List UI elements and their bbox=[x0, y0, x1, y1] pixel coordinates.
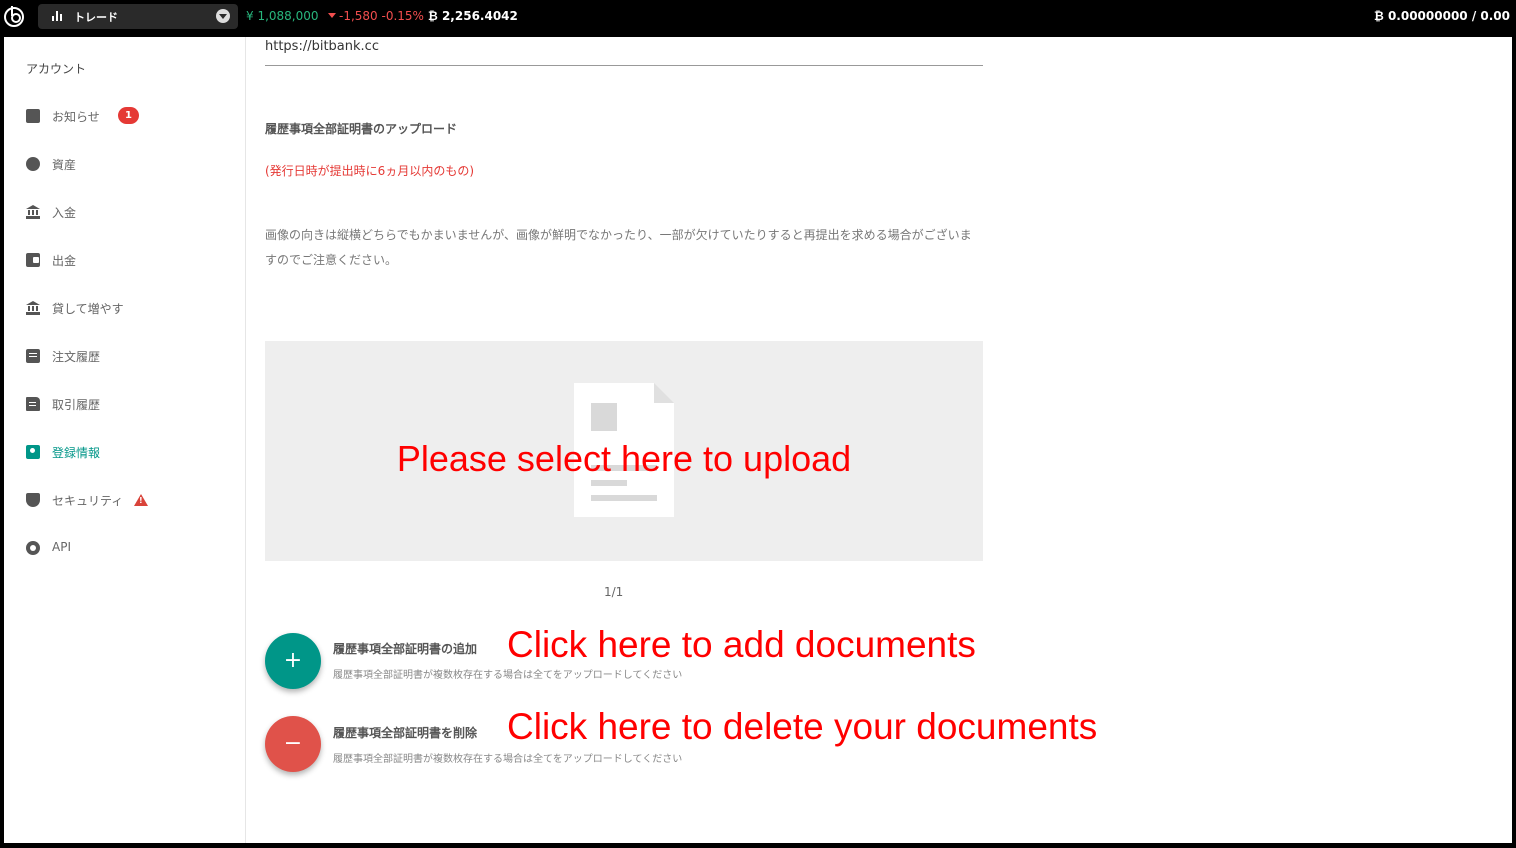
sidebar-item-label: 貸して増やす bbox=[52, 302, 124, 316]
delete-document-button[interactable]: − bbox=[265, 716, 321, 772]
delete-document-title: 履歴事項全部証明書を削除 bbox=[333, 726, 478, 740]
price-btc: ₿ 2,256.4042 bbox=[428, 9, 518, 23]
add-document-title: 履歴事項全部証明書の追加 bbox=[333, 642, 478, 656]
section-title: 履歴事項全部証明書のアップロード bbox=[265, 122, 458, 136]
bar-chart-icon bbox=[52, 11, 64, 21]
add-annotation: Click here to add documents bbox=[507, 624, 976, 665]
sidebar-item-withdraw[interactable]: 出金 bbox=[26, 250, 226, 270]
arrow-down-icon bbox=[328, 13, 336, 18]
price-change-value: -1,580 -0.15% bbox=[339, 9, 424, 23]
add-document-button[interactable]: + bbox=[265, 633, 321, 689]
pie-chart-icon bbox=[26, 157, 40, 171]
trade-select[interactable]: トレード bbox=[38, 4, 238, 29]
upload-description: 画像の向きは縦横どちらでもかまいませんが、画像が鮮明でなかったり、一部が欠けてい… bbox=[265, 228, 972, 267]
sidebar-item-label: セキュリティ bbox=[52, 494, 124, 508]
price-change: -1,580 -0.15% bbox=[328, 9, 424, 23]
notification-badge: 1 bbox=[118, 107, 139, 124]
sidebar: アカウント お知らせ 1 資産 入金 出金 貸して増やす 注文履歴 取引履歴 登… bbox=[4, 37, 246, 843]
shield-icon bbox=[26, 493, 40, 507]
sidebar-item-label: 取引履歴 bbox=[52, 398, 101, 412]
bank-icon bbox=[26, 205, 40, 219]
id-badge-icon bbox=[26, 445, 40, 459]
sidebar-item-api[interactable]: API bbox=[26, 538, 226, 558]
document-icon bbox=[26, 397, 40, 411]
sidebar-title: アカウント bbox=[26, 62, 87, 76]
message-icon bbox=[26, 109, 40, 123]
chevron-down-icon[interactable] bbox=[216, 9, 230, 23]
sidebar-item-label: 入金 bbox=[52, 206, 77, 220]
bank-icon bbox=[26, 301, 40, 315]
sidebar-item-security[interactable]: セキュリティ bbox=[26, 490, 226, 510]
clipboard-icon bbox=[26, 349, 40, 363]
sidebar-item-deposit[interactable]: 入金 bbox=[26, 202, 226, 222]
warning-icon bbox=[134, 494, 148, 506]
website-url-value[interactable]: https://bitbank.cc bbox=[265, 39, 379, 54]
page-indicator: 1/1 bbox=[604, 585, 624, 599]
upload-annotation: Please select here to upload bbox=[396, 438, 852, 479]
trade-label: トレード bbox=[74, 11, 118, 24]
balance[interactable]: ₿ 0.00000000 / 0.00 bbox=[1374, 9, 1510, 23]
top-bar: トレード ¥ 1,088,000 -1,580 -0.15% ₿ 2,256.4… bbox=[0, 0, 1516, 37]
sidebar-item-trade-history[interactable]: 取引履歴 bbox=[26, 394, 226, 414]
sidebar-item-label: 登録情報 bbox=[52, 446, 101, 460]
sidebar-item-notifications[interactable]: お知らせ 1 bbox=[26, 106, 226, 126]
price-jpy: ¥ 1,088,000 bbox=[246, 9, 319, 23]
upload-dropzone[interactable]: Please select here to upload bbox=[265, 341, 983, 561]
sidebar-item-label: 資産 bbox=[52, 158, 77, 172]
url-field-underline bbox=[265, 65, 983, 66]
sidebar-item-label: API bbox=[52, 540, 71, 554]
app-body: アカウント お知らせ 1 資産 入金 出金 貸して増やす 注文履歴 取引履歴 登… bbox=[4, 37, 1512, 843]
sidebar-item-label: 注文履歴 bbox=[52, 350, 101, 364]
validity-notice: (発行日時が提出時に6ヵ月以内のもの) bbox=[265, 164, 474, 178]
bitbank-logo-icon[interactable] bbox=[4, 6, 24, 27]
delete-annotation: Click here to delete your documents bbox=[507, 706, 1098, 747]
delete-document-subtitle: 履歴事項全部証明書が複数枚存在する場合は全てをアップロードしてください bbox=[333, 754, 683, 765]
sidebar-item-lending[interactable]: 貸して増やす bbox=[26, 298, 226, 318]
wallet-icon bbox=[26, 253, 40, 267]
sidebar-item-label: お知らせ bbox=[52, 110, 100, 124]
add-document-subtitle: 履歴事項全部証明書が複数枚存在する場合は全てをアップロードしてください bbox=[333, 670, 683, 681]
sidebar-item-label: 出金 bbox=[52, 254, 77, 268]
gear-icon bbox=[26, 541, 40, 555]
sidebar-item-order-history[interactable]: 注文履歴 bbox=[26, 346, 226, 366]
sidebar-item-assets[interactable]: 資産 bbox=[26, 154, 226, 174]
sidebar-item-registration[interactable]: 登録情報 bbox=[26, 442, 226, 462]
